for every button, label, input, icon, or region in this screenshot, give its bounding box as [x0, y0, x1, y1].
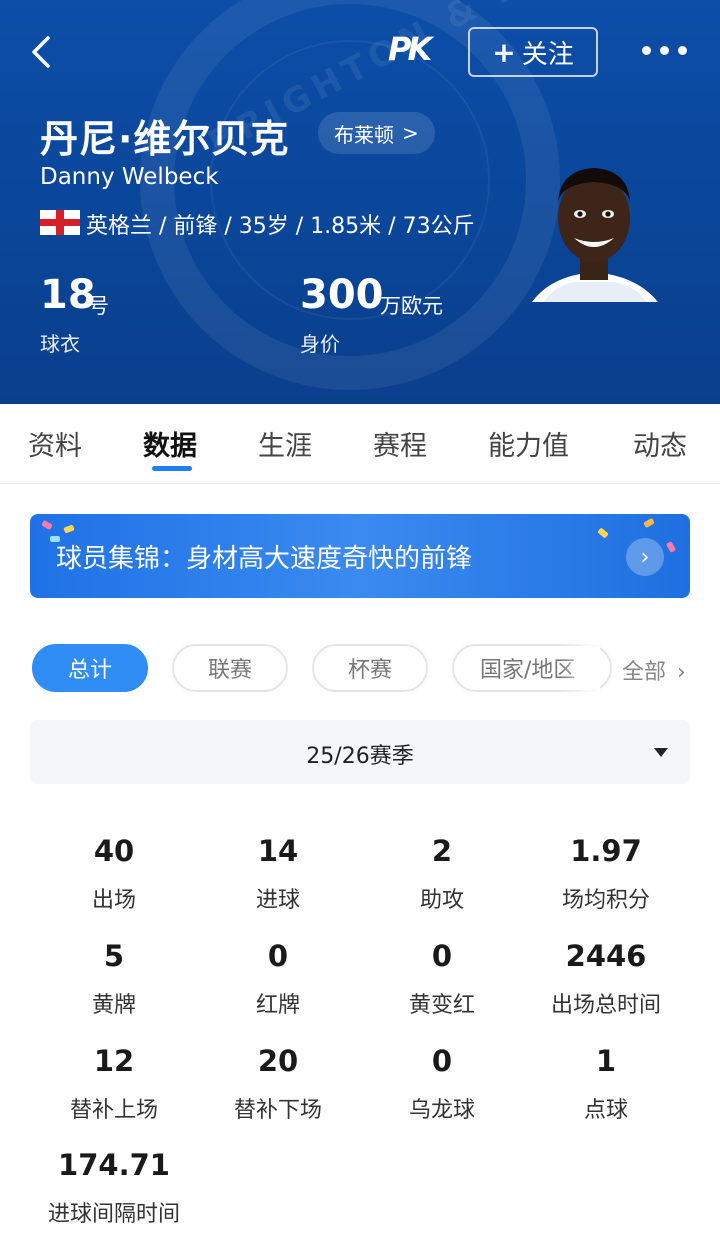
- stat-penalties: 1 点球: [524, 1044, 688, 1124]
- highlights-banner[interactable]: 球员集锦：身材高大速度奇快的前锋 ›: [30, 514, 690, 598]
- stat-label: 替补下场: [233, 1098, 322, 1123]
- stat-value: 14: [257, 834, 299, 868]
- stat-assists: 2 助攻: [360, 834, 524, 914]
- profile-tabs: 资料 数据 生涯 赛程 能力值 动态: [0, 404, 720, 484]
- player-name-cn: 丹尼·维尔贝克: [40, 117, 290, 161]
- active-tab-indicator: [152, 466, 192, 471]
- chevron-right-icon: ›: [677, 660, 686, 685]
- stat-label: 黄变红: [408, 993, 475, 1018]
- player-bio: 英格兰 / 前锋 / 35岁 / 1.85米 / 73公斤: [86, 214, 475, 239]
- stat-sub-on: 12 替补上场: [32, 1044, 196, 1124]
- stat-value: 2446: [565, 939, 647, 973]
- filter-league[interactable]: 联赛: [172, 644, 288, 692]
- stat-label: 点球: [583, 1098, 628, 1123]
- stat-label: 黄牌: [91, 993, 136, 1018]
- back-arrow-icon[interactable]: [26, 34, 62, 70]
- stat-minutes-played: 2446 出场总时间: [524, 939, 688, 1019]
- stat-label: 进球间隔时间: [47, 1202, 180, 1227]
- player-header: BRIGHTON & HOVE PK + 关注 丹尼·维尔贝克 布莱顿 > Da…: [0, 0, 720, 404]
- stat-value: 2: [431, 834, 453, 868]
- player-name-en: Danny Welbeck: [40, 164, 219, 190]
- plus-icon: +: [492, 35, 516, 69]
- market-value-unit: 万欧元: [380, 294, 443, 318]
- tab-schedule[interactable]: 赛程: [373, 424, 427, 463]
- jersey-caption: 球衣: [40, 332, 80, 356]
- stat-value: 0: [431, 1044, 453, 1078]
- filter-all-link[interactable]: 全部 ›: [622, 654, 686, 686]
- arrow-right-icon[interactable]: ›: [626, 538, 664, 576]
- banner-text: 球员集锦：身材高大速度奇快的前锋: [56, 544, 473, 574]
- tab-profile[interactable]: 资料: [28, 424, 82, 463]
- app-logo-icon: PK: [388, 30, 432, 68]
- stat-value: 5: [103, 939, 125, 973]
- chevron-right-icon: >: [402, 121, 419, 145]
- stat-points-per-game: 1.97 场均积分: [524, 834, 688, 914]
- stat-value: 20: [257, 1044, 299, 1078]
- stat-label: 出场总时间: [550, 993, 661, 1018]
- stat-own-goals: 0 乌龙球: [360, 1044, 524, 1124]
- market-value-caption: 身价: [300, 332, 340, 356]
- stat-value: 174.71: [58, 1148, 170, 1182]
- tab-news[interactable]: 动态: [633, 424, 687, 463]
- season-value: 25/26赛季: [306, 744, 414, 769]
- jersey-unit: 号: [88, 294, 109, 318]
- stat-label: 乌龙球: [408, 1098, 475, 1123]
- team-name: 布莱顿: [334, 122, 394, 147]
- dropdown-caret-icon: [654, 748, 668, 757]
- stat-goals: 14 进球: [196, 834, 360, 914]
- tab-ability[interactable]: 能力值: [488, 424, 569, 463]
- stat-value: 1.97: [570, 834, 642, 868]
- stat-second-yellow: 0 黄变红: [360, 939, 524, 1019]
- stat-yellow-cards: 5 黄牌: [32, 939, 196, 1019]
- tab-stats[interactable]: 数据: [143, 424, 197, 463]
- stat-value: 1: [595, 1044, 617, 1078]
- filter-total[interactable]: 总计: [32, 644, 148, 692]
- stat-label: 替补上场: [69, 1098, 158, 1123]
- stat-red-cards: 0 红牌: [196, 939, 360, 1019]
- england-flag-icon: [40, 210, 80, 235]
- market-value: 300: [300, 272, 384, 318]
- team-link[interactable]: 布莱顿 >: [318, 112, 435, 154]
- more-options-icon[interactable]: [642, 40, 690, 60]
- stat-appearances: 40 出场: [32, 834, 196, 914]
- follow-label: 关注: [521, 39, 574, 70]
- stat-minutes-per-goal: 174.71 进球间隔时间: [32, 1148, 196, 1228]
- stat-label: 出场: [91, 888, 136, 913]
- follow-button[interactable]: + 关注: [468, 27, 598, 77]
- stat-label: 红牌: [255, 993, 300, 1018]
- stat-label: 助攻: [419, 888, 464, 913]
- player-avatar: [532, 168, 658, 302]
- stat-value: 40: [93, 834, 135, 868]
- stat-label: 场均积分: [561, 888, 650, 913]
- tab-career[interactable]: 生涯: [258, 424, 312, 463]
- season-selector[interactable]: 25/26赛季: [30, 720, 690, 784]
- stat-label: 进球: [255, 888, 300, 913]
- stat-value: 0: [267, 939, 289, 973]
- stat-value: 0: [431, 939, 453, 973]
- filter-all-label: 全部: [622, 660, 667, 685]
- stat-value: 12: [93, 1044, 135, 1078]
- filter-cup[interactable]: 杯赛: [312, 644, 428, 692]
- stat-sub-off: 20 替补下场: [196, 1044, 360, 1124]
